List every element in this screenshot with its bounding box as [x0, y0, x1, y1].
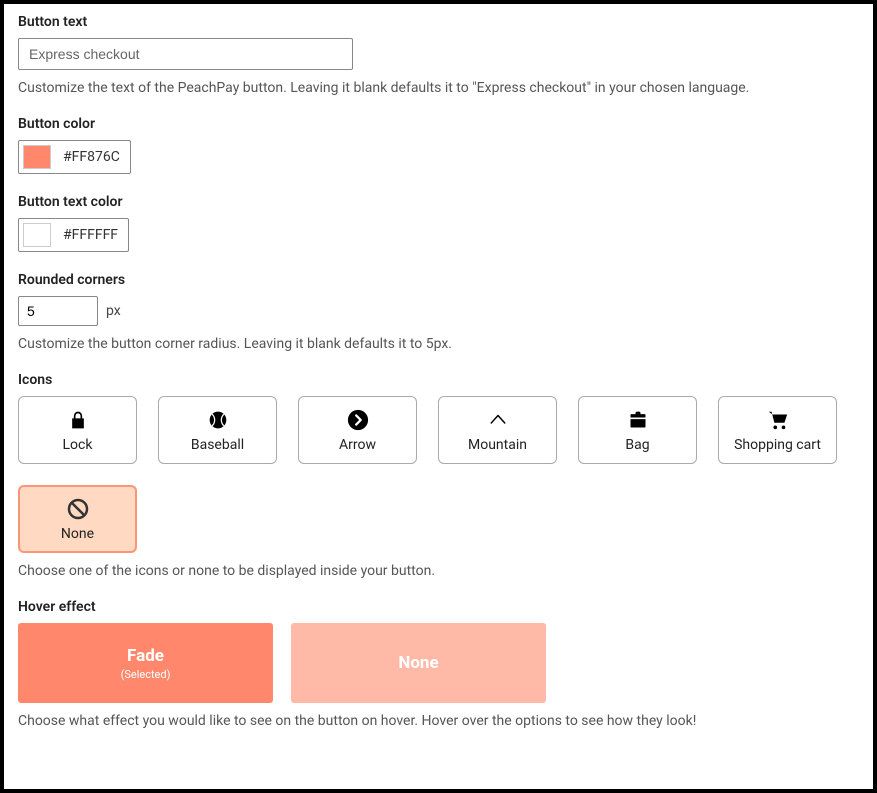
rounded-label: Rounded corners — [18, 272, 859, 288]
hover-help: Choose what effect you would like to see… — [18, 713, 859, 729]
rounded-help: Customize the button corner radius. Leav… — [18, 336, 859, 352]
hover-option-sub: (Selected) — [121, 668, 171, 681]
icon-option-label: Mountain — [468, 437, 527, 453]
hover-option-fade[interactable]: Fade (Selected) — [18, 623, 273, 703]
icon-option-none[interactable]: None — [18, 485, 137, 553]
cart-icon — [766, 408, 790, 432]
icon-option-cart[interactable]: Shopping cart — [718, 396, 837, 464]
icon-option-baseball[interactable]: Baseball — [158, 396, 277, 464]
button-color-value: #FF876C — [63, 149, 120, 165]
button-text-color-field[interactable]: #FFFFFF — [18, 218, 129, 252]
hover-option-title: None — [398, 653, 438, 673]
icon-option-label: Bag — [625, 437, 649, 453]
hover-option-title: Fade — [127, 646, 164, 666]
icon-option-label: Shopping cart — [734, 437, 821, 453]
icon-option-lock[interactable]: Lock — [18, 396, 137, 464]
button-text-help: Customize the text of the PeachPay butto… — [18, 80, 859, 96]
icon-option-label: Lock — [63, 437, 93, 453]
button-color-label: Button color — [18, 116, 859, 132]
button-text-color-value: #FFFFFF — [63, 227, 118, 243]
button-text-input[interactable] — [18, 38, 353, 70]
icon-option-label: Baseball — [191, 437, 244, 453]
hover-label: Hover effect — [18, 599, 859, 615]
button-text-color-label: Button text color — [18, 194, 859, 210]
hover-option-none[interactable]: None — [291, 623, 546, 703]
button-color-swatch — [23, 145, 51, 169]
mountain-icon — [486, 408, 510, 432]
arrow-icon — [346, 408, 370, 432]
icon-option-label: None — [61, 526, 94, 542]
rounded-input[interactable] — [18, 296, 98, 326]
icon-option-mountain[interactable]: Mountain — [438, 396, 557, 464]
rounded-unit: px — [106, 303, 121, 319]
icons-label: Icons — [18, 372, 859, 388]
icon-option-bag[interactable]: Bag — [578, 396, 697, 464]
icon-option-label: Arrow — [339, 437, 376, 453]
none-icon — [66, 497, 90, 521]
bag-icon — [626, 408, 650, 432]
baseball-icon — [206, 408, 230, 432]
lock-icon — [66, 408, 90, 432]
icons-help: Choose one of the icons or none to be di… — [18, 563, 859, 579]
button-text-label: Button text — [18, 14, 859, 30]
button-text-color-swatch — [23, 223, 51, 247]
icon-option-arrow[interactable]: Arrow — [298, 396, 417, 464]
button-color-field[interactable]: #FF876C — [18, 140, 131, 174]
